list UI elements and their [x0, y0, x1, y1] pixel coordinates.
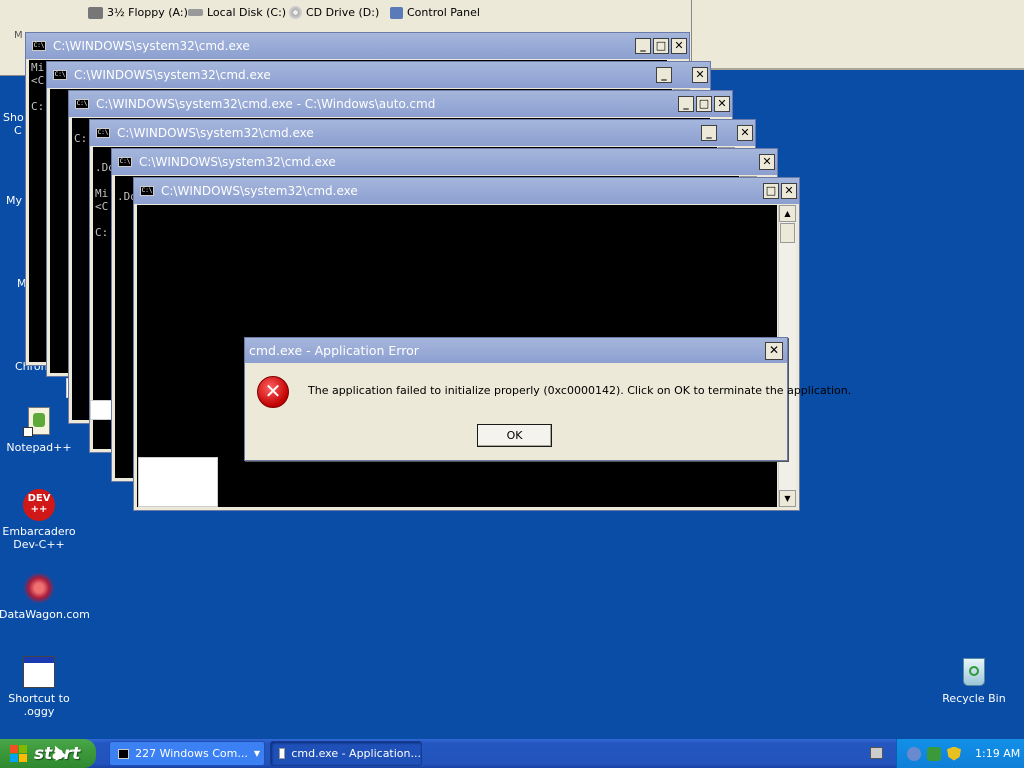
start-button[interactable]: start	[0, 739, 96, 768]
control-panel-link[interactable]: Control Panel	[390, 6, 480, 19]
blank-area	[138, 457, 218, 507]
maximize-button[interactable]: □	[763, 183, 779, 199]
scroll-thumb[interactable]	[780, 223, 795, 243]
cmd-window-title: C:\WINDOWS\system32\cmd.exe	[53, 39, 250, 53]
cmd-window-title: C:\WINDOWS\system32\cmd.exe	[161, 184, 358, 198]
close-button[interactable]: ✕	[714, 96, 730, 112]
cmd-window-title: C:\WINDOWS\system32\cmd.exe	[74, 68, 271, 82]
taskbar-button-windows-command[interactable]: 227 Windows Com... ▼	[109, 741, 265, 766]
hard-disk-icon	[188, 9, 203, 16]
cmd-window-title: C:\WINDOWS\system32\cmd.exe	[117, 126, 314, 140]
shield-icon[interactable]	[947, 746, 961, 761]
system-tray: 1:19 AM	[896, 739, 1024, 768]
desktop-icon-oggy[interactable]: Shortcut to .oggy	[0, 656, 79, 718]
chevron-down-icon: ▼	[253, 749, 260, 758]
cmd-window-titlebar[interactable]: C:\ C:\WINDOWS\system32\cmd.exe	[134, 178, 799, 204]
windows-flag-icon	[10, 744, 28, 763]
scroll-up-arrow[interactable]: ▲	[779, 205, 796, 222]
minimize-button[interactable]: _	[701, 125, 717, 141]
oggy-shortcut-icon	[23, 656, 55, 688]
maximize-button[interactable]: □	[696, 96, 712, 112]
dialog-message: The application failed to initialize pro…	[308, 384, 852, 397]
desktop-icon-dev-cpp[interactable]: DEV ++ Embarcadero Dev-C++	[0, 489, 79, 551]
ok-button[interactable]: OK	[477, 424, 552, 447]
close-button[interactable]: ✕	[781, 183, 797, 199]
dialog-titlebar[interactable]: cmd.exe - Application Error	[245, 338, 787, 363]
dialog-close-button[interactable]: ✕	[765, 342, 783, 360]
cmd-window-titlebar[interactable]: C:\ C:\WINDOWS\system32\cmd.exe	[47, 62, 710, 88]
cmd-window-title: C:\WINDOWS\system32\cmd.exe - C:\Windows…	[96, 97, 436, 111]
taskbar-button-app-error[interactable]: cmd.exe - Application...	[270, 741, 422, 766]
cmd-icon: C:\	[140, 186, 154, 196]
recycle-bin-icon	[958, 656, 990, 688]
cmd-icon: C:\	[96, 128, 110, 138]
cmd-icon: C:\	[118, 157, 132, 167]
desktop-clipped-label: C	[14, 124, 22, 137]
floppy-drive-link[interactable]: 3½ Floppy (A:)	[88, 6, 188, 19]
cmd-window-titlebar[interactable]: C:\ C:\WINDOWS\system32\cmd.exe	[90, 120, 755, 146]
cd-drive-icon	[289, 6, 302, 19]
desktop-icon-recycle-bin[interactable]: Recycle Bin	[934, 656, 1014, 705]
minimize-button[interactable]: _	[678, 96, 694, 112]
taskbar-clock[interactable]: 1:19 AM	[975, 747, 1020, 760]
datawagon-icon	[23, 572, 55, 604]
cmd-window-titlebar[interactable]: C:\ C:\WINDOWS\system32\cmd.exe	[26, 33, 689, 59]
explorer-stub-text: M	[14, 30, 23, 41]
cmd-icon: C:\	[32, 41, 46, 51]
dev-cpp-icon: DEV ++	[23, 489, 55, 521]
dialog-title: cmd.exe - Application Error	[249, 343, 419, 358]
control-panel-icon	[390, 6, 403, 19]
desktop-icon-notepad-plus-plus[interactable]: Notepad++	[0, 405, 79, 454]
close-button[interactable]: ✕	[737, 125, 753, 141]
tray-app-icon[interactable]	[927, 746, 941, 761]
desktop-icon-label: Notepad++	[6, 441, 72, 454]
close-button[interactable]: ✕	[671, 38, 687, 54]
floppy-drive-icon	[88, 6, 103, 19]
desktop-clipped-label: My	[6, 194, 23, 207]
desktop-icon-datawagon[interactable]: DataWagon.com	[0, 572, 90, 621]
desktop-icon-label: DataWagon.com	[0, 608, 90, 621]
local-disk-link[interactable]: Local Disk (C:)	[188, 6, 286, 19]
cmd-icon: C:\	[53, 70, 67, 80]
maximize-button[interactable]: □	[653, 38, 669, 54]
cmd-window-titlebar[interactable]: C:\ C:\WINDOWS\system32\cmd.exe - C:\Wind…	[69, 91, 732, 117]
desktop-icon-label: Shortcut to .oggy	[8, 692, 70, 718]
close-button[interactable]: ✕	[692, 67, 708, 83]
desktop-icon-label: Recycle Bin	[942, 692, 1006, 705]
notepad-plus-plus-icon	[23, 405, 55, 437]
desktop-clipped-label: Sho	[3, 111, 24, 124]
scroll-down-arrow[interactable]: ▼	[779, 490, 796, 507]
application-error-dialog[interactable]: cmd.exe - Application Error ✕ ✕ The appl…	[244, 337, 851, 461]
minimize-button[interactable]: _	[656, 67, 672, 83]
cmd-window-titlebar[interactable]: C:\ C:\WINDOWS\system32\cmd.exe	[112, 149, 777, 175]
error-icon: ✕	[257, 376, 289, 408]
minimize-button[interactable]: _	[635, 38, 651, 54]
taskbar: start 227 Windows Com... ▼ cmd.exe - App…	[0, 739, 1024, 768]
desktop-icon-label: Embarcadero Dev-C++	[2, 525, 76, 551]
close-button[interactable]: ✕	[759, 154, 775, 170]
network-icon[interactable]	[907, 746, 921, 761]
cmd-icon	[118, 748, 130, 759]
keyboard-icon[interactable]	[870, 747, 883, 759]
cmd-icon: C:\	[75, 99, 89, 109]
cd-drive-link[interactable]: CD Drive (D:)	[289, 6, 379, 19]
cmd-window-title: C:\WINDOWS\system32\cmd.exe	[139, 155, 336, 169]
my-computer-window-right	[692, 0, 1024, 70]
window-icon	[279, 748, 286, 759]
